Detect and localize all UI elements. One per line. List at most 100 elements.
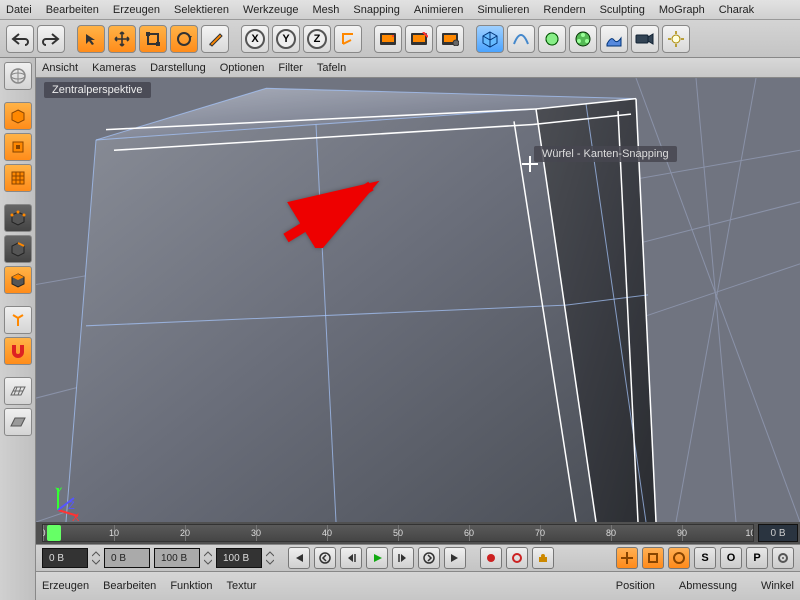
spline-button[interactable] — [507, 25, 535, 53]
nav-scale-button[interactable] — [642, 547, 664, 569]
view-config-icon[interactable] — [4, 62, 32, 90]
menu-create[interactable]: Erzeugen — [113, 4, 160, 16]
menu-edit[interactable]: Bearbeiten — [46, 4, 99, 16]
timeline-tick-label: 20 — [180, 528, 190, 538]
polygon-mode-button[interactable] — [4, 266, 32, 294]
vpmenu-display[interactable]: Darstellung — [150, 62, 206, 74]
menu-mograph[interactable]: MoGraph — [659, 4, 705, 16]
menu-character[interactable]: Charak — [719, 4, 754, 16]
menu-render[interactable]: Rendern — [543, 4, 585, 16]
camera-button[interactable] — [631, 25, 659, 53]
play-button[interactable] — [366, 547, 388, 569]
vpmenu-view[interactable]: Ansicht — [42, 62, 78, 74]
axis-toggle-button[interactable] — [4, 306, 32, 334]
scale-tool-button[interactable] — [139, 25, 167, 53]
move-tool-button[interactable] — [108, 25, 136, 53]
main-menubar: Datei Bearbeiten Erzeugen Selektieren We… — [0, 0, 800, 20]
menu-animate[interactable]: Animieren — [414, 4, 464, 16]
keyopts-button[interactable] — [532, 547, 554, 569]
axis-x-button[interactable]: X — [241, 25, 269, 53]
autokey-button[interactable] — [506, 547, 528, 569]
timeline-tick-label: 0 — [42, 528, 46, 538]
timeline-tick-label: 50 — [393, 528, 403, 538]
edge-mode-button[interactable] — [4, 235, 32, 263]
menu-mesh[interactable]: Mesh — [312, 4, 339, 16]
viewport-label: Zentralperspektive — [44, 82, 151, 98]
mm-create[interactable]: Erzeugen — [42, 580, 89, 592]
menu-file[interactable]: Datei — [6, 4, 32, 16]
coord-system-button[interactable] — [334, 25, 362, 53]
mm-edit[interactable]: Bearbeiten — [103, 580, 156, 592]
goto-start-button[interactable] — [288, 547, 310, 569]
nav-param-button[interactable] — [772, 547, 794, 569]
viewport-3d[interactable]: Zentralperspektive Würfel - Kanten-Snapp… — [36, 78, 800, 522]
menu-tools[interactable]: Werkzeuge — [243, 4, 298, 16]
attr-size-label: Abmessung — [679, 580, 737, 592]
material-manager-menubar: Erzeugen Bearbeiten Funktion Textur Posi… — [36, 572, 800, 600]
last-tool-button[interactable] — [201, 25, 229, 53]
nav-s-button[interactable]: S — [694, 547, 716, 569]
frame-start-field[interactable]: 0 B — [42, 548, 88, 568]
render-view-button[interactable] — [374, 25, 402, 53]
vpmenu-options[interactable]: Optionen — [220, 62, 265, 74]
vpmenu-panels[interactable]: Tafeln — [317, 62, 346, 74]
light-button[interactable] — [662, 25, 690, 53]
menu-select[interactable]: Selektieren — [174, 4, 229, 16]
frame-next-button[interactable] — [392, 547, 414, 569]
rotate-tool-button[interactable] — [170, 25, 198, 53]
axis-y-label: Y — [55, 486, 62, 498]
frame-end-field[interactable]: 100 B — [216, 548, 262, 568]
generator-button[interactable] — [538, 25, 566, 53]
render-settings-button[interactable] — [436, 25, 464, 53]
frame-prev-button[interactable] — [340, 547, 362, 569]
environment-button[interactable] — [600, 25, 628, 53]
key-prev-button[interactable] — [314, 547, 336, 569]
main-toolbar: X Y Z — [0, 20, 800, 58]
point-mode-button[interactable] — [4, 204, 32, 232]
texture-mode-button[interactable] — [4, 164, 32, 192]
viewport-menubar: Ansicht Kameras Darstellung Optionen Fil… — [36, 58, 800, 78]
primitive-button[interactable] — [476, 25, 504, 53]
goto-end-button[interactable] — [444, 547, 466, 569]
vpmenu-filter[interactable]: Filter — [278, 62, 302, 74]
select-tool-button[interactable] — [77, 25, 105, 53]
nav-o-button[interactable]: O — [720, 547, 742, 569]
stepper-icon[interactable] — [204, 551, 212, 565]
nav-p-button[interactable]: P — [746, 547, 768, 569]
snap-toggle-button[interactable] — [4, 337, 32, 365]
playhead[interactable] — [47, 525, 61, 541]
make-editable-button[interactable] — [4, 102, 32, 130]
axis-z-button[interactable]: Z — [303, 25, 331, 53]
timeline-ruler[interactable]: 0102030405060708090100 — [42, 524, 754, 542]
range-to-field[interactable]: 100 B — [154, 548, 200, 568]
key-next-button[interactable] — [418, 547, 440, 569]
workplane-button[interactable] — [4, 377, 32, 405]
axis-y-button[interactable]: Y — [272, 25, 300, 53]
mm-texture[interactable]: Textur — [227, 580, 257, 592]
timeline-tick-label: 90 — [677, 528, 687, 538]
mm-function[interactable]: Funktion — [170, 580, 212, 592]
stepper-icon[interactable] — [92, 551, 100, 565]
timeline[interactable]: 0102030405060708090100 0 B — [36, 522, 800, 544]
attr-angle-label: Winkel — [761, 580, 794, 592]
menu-simulate[interactable]: Simulieren — [477, 4, 529, 16]
model-mode-button[interactable] — [4, 133, 32, 161]
range-from-field[interactable]: 0 B — [104, 548, 150, 568]
timeline-tick-label: 80 — [606, 528, 616, 538]
vpmenu-cameras[interactable]: Kameras — [92, 62, 136, 74]
timeline-tick-label: 30 — [251, 528, 261, 538]
nav-move-button[interactable] — [616, 547, 638, 569]
timeline-tick-label: 10 — [109, 528, 119, 538]
nav-rotate-button[interactable] — [668, 547, 690, 569]
redo-button[interactable] — [37, 25, 65, 53]
deformer-button[interactable] — [569, 25, 597, 53]
render-pv-button[interactable] — [405, 25, 433, 53]
record-button[interactable] — [480, 547, 502, 569]
undo-button[interactable] — [6, 25, 34, 53]
stepper-icon[interactable] — [266, 551, 274, 565]
menu-sculpting[interactable]: Sculpting — [600, 4, 645, 16]
timeline-tick-label: 60 — [464, 528, 474, 538]
annotation-arrow-icon — [276, 178, 396, 251]
menu-snapping[interactable]: Snapping — [353, 4, 400, 16]
workplane-mode-button[interactable] — [4, 408, 32, 436]
